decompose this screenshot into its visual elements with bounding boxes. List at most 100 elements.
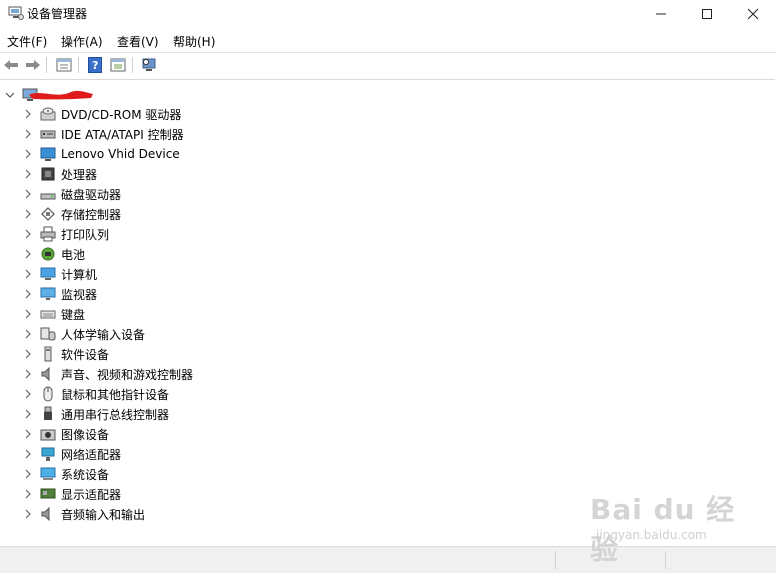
printer-icon: [40, 226, 56, 242]
maximize-button[interactable]: [684, 0, 730, 28]
tree-item-category[interactable]: 人体学输入设备: [22, 324, 145, 344]
chevron-right-icon[interactable]: [22, 308, 34, 320]
toolbar-divider: [132, 57, 133, 73]
forward-icon[interactable]: [24, 56, 42, 74]
tree-item-category[interactable]: DVD/CD-ROM 驱动器: [22, 104, 181, 124]
chevron-right-icon[interactable]: [22, 228, 34, 240]
back-icon[interactable]: [2, 56, 20, 74]
tree-item-category[interactable]: 处理器: [22, 164, 97, 184]
tree-item-label: 人体学输入设备: [61, 327, 146, 342]
tree-item-category[interactable]: IDE ATA/ATAPI 控制器: [22, 124, 184, 144]
tree-item-label: 磁盘驱动器: [61, 187, 122, 202]
tree-item-label: 电池: [61, 247, 86, 262]
tree-item-category[interactable]: 电池: [22, 244, 85, 264]
toolbar-divider: [46, 57, 47, 73]
tree-item-category[interactable]: 显示适配器: [22, 484, 121, 504]
display-adapter-icon: [40, 486, 56, 502]
title-bar: 设备管理器: [0, 0, 776, 28]
tree-item-category[interactable]: 存储控制器: [22, 204, 121, 224]
chevron-right-icon[interactable]: [22, 128, 34, 140]
chevron-right-icon[interactable]: [22, 268, 34, 280]
scan-hardware-icon[interactable]: [140, 56, 158, 74]
tree-item-label: Lenovo Vhid Device: [61, 147, 180, 161]
tree-item-category[interactable]: 键盘: [22, 304, 85, 324]
storage-controller-icon: [40, 206, 56, 222]
chevron-right-icon[interactable]: [22, 168, 34, 180]
monitor-icon: [40, 286, 56, 302]
software-device-icon: [40, 346, 56, 362]
menu-view[interactable]: 查看(V): [117, 33, 159, 50]
tree-item-label: 显示适配器: [61, 487, 122, 502]
chevron-right-icon[interactable]: [22, 208, 34, 220]
chevron-right-icon[interactable]: [22, 148, 34, 160]
tree-item-category[interactable]: 声音、视频和游戏控制器: [22, 364, 193, 384]
tree-item-category[interactable]: 网络适配器: [22, 444, 121, 464]
tree-item-label: 软件设备: [61, 347, 110, 362]
chevron-right-icon[interactable]: [22, 348, 34, 360]
chevron-right-icon[interactable]: [22, 188, 34, 200]
computer-icon: [40, 266, 56, 282]
camera-icon: [40, 426, 56, 442]
chevron-right-icon[interactable]: [22, 328, 34, 340]
tree-item-label: 监视器: [61, 287, 98, 302]
tree-item-category[interactable]: 通用串行总线控制器: [22, 404, 169, 424]
chevron-right-icon[interactable]: [22, 108, 34, 120]
close-button[interactable]: [730, 0, 776, 28]
tree-item-label: 通用串行总线控制器: [61, 407, 170, 422]
toolbar-divider: [78, 57, 79, 73]
tree-item-label: 声音、视频和游戏控制器: [61, 367, 194, 382]
sound-icon: [40, 366, 56, 382]
audio-io-icon: [40, 506, 56, 522]
properties-icon[interactable]: [55, 56, 73, 74]
vhid-device-icon: [40, 146, 56, 162]
disk-drive-icon: [40, 186, 56, 202]
tree-item-category[interactable]: 计算机: [22, 264, 97, 284]
ide-controller-icon: [40, 126, 56, 142]
tree-item-label: 系统设备: [61, 467, 110, 482]
tree-item-category[interactable]: 系统设备: [22, 464, 109, 484]
tree-item-category[interactable]: 软件设备: [22, 344, 109, 364]
chevron-right-icon[interactable]: [22, 508, 34, 520]
chevron-right-icon[interactable]: [22, 248, 34, 260]
usb-icon: [40, 406, 56, 422]
toolbar: ?: [0, 53, 776, 77]
dvd-drive-icon: [40, 106, 56, 122]
help-icon[interactable]: ?: [86, 56, 104, 74]
tree-item-category[interactable]: 磁盘驱动器: [22, 184, 121, 204]
tree-item-category[interactable]: 音频输入和输出: [22, 504, 145, 524]
chevron-right-icon[interactable]: [22, 388, 34, 400]
minimize-button[interactable]: [638, 0, 684, 28]
tree-root[interactable]: [4, 86, 95, 104]
chevron-right-icon[interactable]: [22, 428, 34, 440]
status-pane-divider: [555, 551, 556, 569]
mouse-icon: [40, 386, 56, 402]
device-manager-app-icon: [8, 6, 24, 20]
chevron-down-icon[interactable]: [4, 89, 16, 101]
tree-item-label: 鼠标和其他指针设备: [61, 387, 170, 402]
menu-file[interactable]: 文件(F): [7, 33, 47, 50]
tree-item-category[interactable]: 鼠标和其他指针设备: [22, 384, 169, 404]
chevron-right-icon[interactable]: [22, 408, 34, 420]
chevron-right-icon[interactable]: [22, 488, 34, 500]
chevron-right-icon[interactable]: [22, 468, 34, 480]
chevron-right-icon[interactable]: [22, 368, 34, 380]
processor-icon: [40, 166, 56, 182]
show-hidden-icon[interactable]: [109, 56, 127, 74]
tree-item-label: IDE ATA/ATAPI 控制器: [61, 127, 184, 142]
chevron-right-icon[interactable]: [22, 448, 34, 460]
menu-action[interactable]: 操作(A): [61, 33, 103, 50]
hid-icon: [40, 326, 56, 342]
tree-item-label: 音频输入和输出: [61, 507, 146, 522]
tree-item-label: 计算机: [61, 267, 98, 282]
redacted-computer-name: [27, 87, 95, 104]
tree-item-category[interactable]: Lenovo Vhid Device: [22, 144, 180, 164]
chevron-right-icon[interactable]: [22, 288, 34, 300]
svg-text:?: ?: [92, 59, 98, 72]
menu-help[interactable]: 帮助(H): [173, 33, 215, 50]
baidu-watermark: Bai du 经验 jingyan.baidu.com: [590, 488, 740, 566]
tree-item-category[interactable]: 打印队列: [22, 224, 109, 244]
tree-item-category[interactable]: 图像设备: [22, 424, 109, 444]
tree-item-category[interactable]: 监视器: [22, 284, 97, 304]
system-device-icon: [40, 466, 56, 482]
window-title: 设备管理器: [27, 7, 88, 21]
